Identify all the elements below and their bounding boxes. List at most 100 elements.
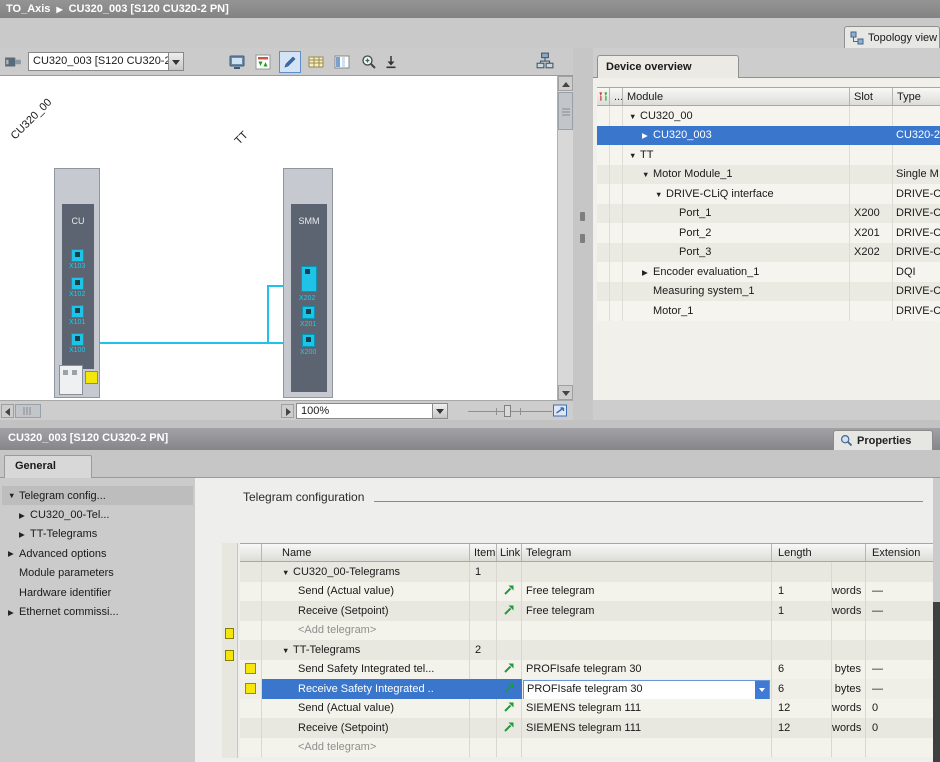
telegram-type[interactable]: SIEMENS telegram 111	[522, 718, 772, 738]
device-cu320[interactable]: CU X103 X102 X101 X100	[54, 168, 100, 398]
drive-cliq-port[interactable]	[71, 333, 84, 346]
telegram-column-header[interactable]: Telegram	[522, 544, 772, 561]
drive-cliq-wire[interactable]	[100, 342, 283, 344]
zoom-level-dropdown[interactable]: 100%	[296, 403, 448, 419]
ethernet-port-block[interactable]	[59, 365, 83, 395]
zoom-slider-handle[interactable]	[504, 405, 511, 417]
drive-cliq-wire[interactable]	[267, 285, 283, 287]
columns-button[interactable]	[331, 51, 353, 73]
add-telegram-row[interactable]: <Add telegram>	[240, 621, 933, 641]
telegram-type-dropdown[interactable]: PROFIsafe telegram 30	[523, 680, 770, 699]
zoom-dropdown-arrow-icon[interactable]	[432, 404, 447, 418]
telegram-type[interactable]: PROFIsafe telegram 30	[522, 660, 772, 680]
device-selector-arrow-icon[interactable]	[168, 53, 183, 70]
profinet-port[interactable]	[85, 371, 98, 384]
expander-icon[interactable]: ▼	[642, 170, 653, 179]
device-row-selected[interactable]: ▶CU320_003 CU320-2	[597, 126, 940, 146]
add-telegram-label[interactable]: <Add telegram>	[262, 621, 470, 641]
breadcrumb-root[interactable]: TO_Axis	[6, 3, 50, 15]
warning-marker-icon[interactable]	[225, 628, 234, 639]
table-grid-button[interactable]	[305, 51, 327, 73]
tab-general[interactable]: General	[4, 455, 92, 478]
telegram-group-row[interactable]: ▼TT-Telegrams 2	[240, 640, 933, 660]
nav-cu320-telegrams[interactable]: ▶ CU320_00-Tel...	[2, 505, 193, 524]
expander-icon[interactable]: ▶	[642, 268, 653, 277]
length-column-header[interactable]: Length	[772, 544, 866, 561]
expander-icon[interactable]: ▼	[8, 491, 19, 500]
device-row[interactable]: ▼DRIVE-CLiQ interface DRIVE-C	[597, 184, 940, 204]
drive-cliq-wire[interactable]	[267, 285, 269, 344]
name-column-header[interactable]: Name	[262, 544, 470, 561]
expander-icon[interactable]: ▼	[282, 646, 293, 655]
link-column-header[interactable]: Link	[497, 544, 522, 561]
scroll-left-icon[interactable]	[1, 404, 14, 418]
slot-column-header[interactable]: Slot	[850, 88, 893, 105]
nav-advanced-options[interactable]: ▶ Advanced options	[2, 544, 193, 563]
show-addresses-button[interactable]	[252, 51, 274, 73]
device-row[interactable]: Port_1 X200 DRIVE-C	[597, 204, 940, 224]
expander-icon[interactable]: ▼	[629, 151, 640, 160]
telegram-row[interactable]: Receive (Setpoint) Free telegram 1 words…	[240, 601, 933, 621]
drive-cliq-port[interactable]	[302, 306, 315, 319]
scroll-down-icon[interactable]	[558, 385, 573, 400]
edit-mode-button[interactable]	[279, 51, 301, 73]
zoom-fit-button[interactable]	[380, 51, 402, 73]
device-row[interactable]: Measuring system_1 DRIVE-C	[597, 282, 940, 302]
zoom-slider[interactable]	[468, 404, 552, 418]
telegram-group-row[interactable]: ▼CU320_00-Telegrams 1	[240, 562, 933, 582]
drive-cliq-port[interactable]	[302, 334, 315, 347]
drive-cliq-port[interactable]	[71, 305, 84, 318]
telegram-row[interactable]: Send Safety Integrated tel... PROFIsafe …	[240, 660, 933, 680]
tab-topology-view[interactable]: Topology view	[844, 26, 940, 48]
zoom-in-button[interactable]	[358, 51, 380, 73]
nav-module-parameters[interactable]: Module parameters	[2, 564, 193, 583]
dropdown-arrow-icon[interactable]	[755, 681, 769, 699]
splitter-grip[interactable]	[580, 212, 585, 221]
drive-cliq-port[interactable]	[71, 249, 84, 262]
device-row[interactable]: Port_2 X201 DRIVE-C	[597, 223, 940, 243]
expander-icon[interactable]: ▼	[655, 190, 666, 199]
vertical-scroll-thumb[interactable]	[558, 92, 573, 130]
telegram-type[interactable]: Free telegram	[522, 582, 772, 602]
telegram-row[interactable]: Send (Actual value) SIEMENS telegram 111…	[240, 699, 933, 719]
horizontal-scroll-thumb[interactable]	[15, 404, 41, 418]
add-telegram-label[interactable]: <Add telegram>	[262, 738, 470, 758]
telegram-row[interactable]: Send (Actual value) Free telegram 1 word…	[240, 582, 933, 602]
warning-marker-icon[interactable]	[225, 650, 234, 661]
telegram-type[interactable]: Free telegram	[522, 601, 772, 621]
fit-to-window-button[interactable]	[552, 403, 569, 419]
nav-hardware-identifier[interactable]: Hardware identifier	[2, 583, 193, 602]
expander-icon[interactable]: ▶	[8, 549, 19, 558]
telegram-type[interactable]: SIEMENS telegram 111	[522, 699, 772, 719]
device-row[interactable]: ▼CU320_00	[597, 106, 940, 126]
expander-icon[interactable]: ▶	[642, 131, 653, 140]
device-selector-dropdown[interactable]: CU320_003 [S120 CU320-2 P	[28, 52, 184, 71]
scroll-up-icon[interactable]	[558, 76, 573, 91]
add-telegram-row[interactable]: <Add telegram>	[240, 738, 933, 758]
expander-icon[interactable]: ▼	[282, 568, 293, 577]
expander-icon[interactable]: ▶	[8, 608, 19, 617]
breadcrumb-current[interactable]: CU320_003 [S120 CU320-2 PN]	[69, 3, 229, 15]
device-row[interactable]: ▼TT	[597, 145, 940, 165]
expander-icon[interactable]: ▶	[19, 530, 30, 539]
device-row[interactable]: ▶Encoder evaluation_1 DQI	[597, 262, 940, 282]
scroll-right-icon[interactable]	[281, 404, 294, 418]
show-view-button[interactable]	[226, 51, 248, 73]
extension-column-header[interactable]: Extension	[866, 544, 933, 561]
drive-cliq-port[interactable]	[301, 266, 317, 292]
drive-cliq-port[interactable]	[71, 277, 84, 290]
tab-properties[interactable]: Properties	[833, 430, 933, 450]
module-column-header[interactable]: Module	[623, 88, 850, 105]
canvas-vertical-scrollbar[interactable]	[557, 76, 573, 400]
topology-canvas[interactable]: CU320_00 TT CU X103 X102 X101 X100	[0, 76, 557, 400]
telegram-row-selected[interactable]: Receive Safety Integrated .. PROFIsafe t…	[240, 679, 933, 699]
nav-ethernet-commissioning[interactable]: ▶ Ethernet commissi...	[2, 602, 193, 621]
expander-icon[interactable]: ▶	[19, 511, 30, 520]
pane-splitter[interactable]	[573, 48, 593, 420]
device-row[interactable]: ▼Motor Module_1 Single M	[597, 165, 940, 185]
expander-icon[interactable]: ▼	[629, 112, 640, 121]
tab-device-overview[interactable]: Device overview	[597, 55, 739, 78]
splitter-grip[interactable]	[580, 234, 585, 243]
item-column-header[interactable]: Item	[470, 544, 497, 561]
nav-tt-telegrams[interactable]: ▶ TT-Telegrams	[2, 525, 193, 544]
